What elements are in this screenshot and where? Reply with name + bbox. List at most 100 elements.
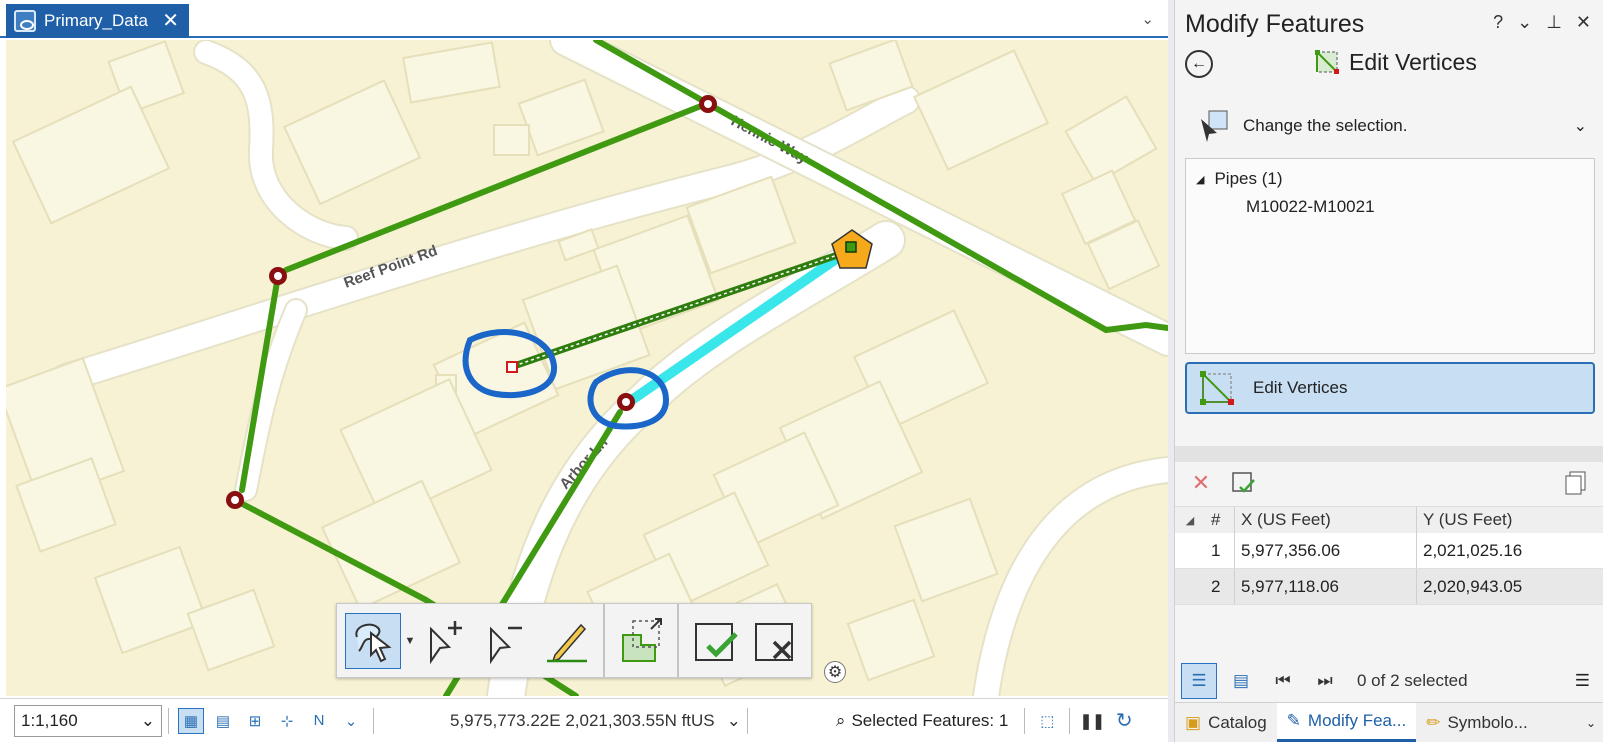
show-selected-rows-icon[interactable]: ▤	[1223, 663, 1259, 699]
modify-features-panel: Modify Features ? ⌄ ⊥ ✕ ← Edit Vertices …	[1174, 0, 1603, 742]
close-icon[interactable]: ✕	[1576, 12, 1591, 33]
tab-overflow-chevron-icon[interactable]: ⌄	[1586, 716, 1596, 730]
snapping-icon[interactable]: ▦	[178, 707, 204, 734]
zoom-to-selection-icon: ⌕	[835, 710, 846, 730]
coordinate-readout[interactable]: 5,975,773.22E 2,021,303.55N ftUS ⌄	[450, 711, 741, 731]
edit-vertices-label: Edit Vertices	[1253, 378, 1348, 397]
edit-vertices-icon	[1200, 371, 1234, 405]
lasso-select-icon	[355, 623, 392, 662]
first-record-icon[interactable]: ⏮	[1265, 663, 1301, 699]
collapse-triangle-icon: ◢	[1185, 514, 1195, 527]
toolbar-group-move	[605, 604, 679, 677]
add-vertex-button[interactable]	[419, 613, 475, 669]
tool-heading-label: Edit Vertices	[1349, 48, 1477, 75]
pencil-icon	[547, 623, 587, 662]
vertex-marker[interactable]	[506, 361, 518, 373]
finish-button[interactable]	[687, 613, 743, 669]
select-dropdown-chevron-icon[interactable]: ▼	[403, 613, 417, 669]
map-tabbar: Primary_Data ✕ ⌄	[0, 0, 1168, 38]
tab-label: Symbolo...	[1447, 712, 1528, 732]
north-arrow-icon[interactable]: N	[306, 708, 332, 734]
divider	[1024, 707, 1026, 734]
tab-list-dropdown-icon[interactable]: ⌄	[1141, 10, 1154, 28]
divider	[746, 707, 748, 734]
options-chevron-icon[interactable]: ⌄	[1517, 12, 1532, 33]
column-header-y: Y (US Feet)	[1423, 510, 1513, 529]
scale-value: 1:1,160	[21, 710, 78, 730]
vertex-grid-header: ◢ # X (US Feet) Y (US Feet)	[1175, 507, 1603, 533]
column-header-number: #	[1205, 507, 1235, 533]
tab-symbology[interactable]: ✏ Symbolo...	[1416, 703, 1538, 742]
map-tab-label: Primary_Data	[44, 11, 148, 30]
edit-vertices-button[interactable]: Edit Vertices	[1185, 362, 1595, 414]
vertex-y[interactable]: 2,020,943.05	[1417, 569, 1603, 604]
vertex-grid: ◢ # X (US Feet) Y (US Feet) 1 5,977,356.…	[1175, 506, 1603, 605]
vertex-toolbar: ✕	[1175, 462, 1603, 504]
tab-catalog[interactable]: ▣ Catalog	[1175, 703, 1277, 742]
grid-icon[interactable]: ▤	[210, 708, 236, 734]
move-vertices-icon	[622, 617, 662, 662]
toolbar-group-select: ▼	[337, 604, 605, 677]
tab-modify-features[interactable]: ✎ Modify Fea...	[1276, 703, 1417, 742]
selected-features-button[interactable]: ⌕ Selected Features: 1	[836, 711, 1008, 731]
move-vertices-button[interactable]	[613, 613, 669, 669]
select-cursor-icon	[1201, 110, 1228, 142]
last-record-icon[interactable]: ⏭	[1307, 663, 1343, 699]
show-all-rows-icon[interactable]: ☰	[1181, 663, 1217, 699]
map-pane: Primary_Data ✕ ⌄ Reef Point Rd Arbor Ln …	[0, 0, 1168, 742]
pause-drawing-icon[interactable]: ❚❚	[1079, 708, 1105, 734]
map-frame-icon[interactable]: ⬚	[1034, 708, 1060, 734]
edit-vertices-icon	[1315, 49, 1339, 74]
change-selection-dropdown[interactable]: Change the selection. ⌄	[1197, 104, 1593, 148]
correction-icon[interactable]: ⊞	[242, 708, 268, 734]
vertex-x[interactable]: 5,977,118.06	[1235, 569, 1417, 604]
coordinate-text: 5,975,773.22E 2,021,303.55N ftUS	[450, 710, 715, 730]
chevron-down-icon[interactable]: ⌄	[338, 708, 364, 734]
tree-layer-pipes[interactable]: ◢ Pipes (1)	[1196, 169, 1283, 189]
back-arrow-icon[interactable]: ←	[1185, 50, 1213, 78]
cancel-x-icon	[755, 622, 793, 661]
sketch-pencil-button[interactable]	[539, 613, 595, 669]
collapse-triangle-icon: ◢	[1196, 173, 1205, 186]
selected-features-count: Selected Features: 1	[851, 710, 1009, 730]
tab-label: Catalog	[1208, 712, 1267, 732]
map-canvas[interactable]: Reef Point Rd Arbor Ln Hennie Way	[6, 40, 1168, 696]
statusbar-right-tools: ⬚ ❚❚ ↻	[1018, 707, 1140, 734]
delete-vertex-icon	[490, 626, 522, 664]
gear-icon[interactable]: ⚙	[824, 661, 846, 683]
copy-icon[interactable]	[1560, 467, 1592, 499]
table-row[interactable]: 2 5,977,118.06 2,020,943.05	[1175, 569, 1603, 605]
map-icon	[14, 10, 36, 32]
scale-select[interactable]: 1:1,160 ⌄	[14, 704, 162, 737]
cancel-button[interactable]	[747, 613, 803, 669]
delete-vertex-button[interactable]	[479, 613, 535, 669]
delete-icon[interactable]: ✕	[1185, 467, 1217, 499]
apply-geometry-icon[interactable]	[1227, 467, 1259, 499]
refresh-icon[interactable]: ↻	[1111, 708, 1137, 734]
pin-icon[interactable]: ⊥	[1546, 12, 1562, 33]
tree-layer-label: Pipes (1)	[1214, 169, 1283, 188]
table-row[interactable]: 1 5,977,356.06 2,021,025.16	[1175, 533, 1603, 569]
grid-menu-icon[interactable]: ☰	[1575, 671, 1590, 691]
dock-tabs: ▣ Catalog ✎ Modify Fea... ✏ Symbolo... ⌄	[1175, 702, 1603, 742]
select-lasso-button[interactable]	[345, 612, 401, 669]
panel-title: Modify Features	[1185, 10, 1365, 38]
edit-vertices-toolbar: ▼	[336, 603, 812, 678]
vertex-y[interactable]: 2,021,025.16	[1417, 533, 1603, 568]
map-contents-icon[interactable]	[1128, 694, 1162, 696]
grid-navigation: ☰ ▤ ⏮ ⏭ 0 of 2 selected ☰	[1175, 662, 1603, 700]
column-header-x: X (US Feet)	[1235, 507, 1417, 533]
map-drawing: Reef Point Rd Arbor Ln Hennie Way	[6, 40, 1168, 696]
close-icon[interactable]: ✕	[162, 11, 179, 31]
tree-feature-item[interactable]: M10022-M10021	[1246, 197, 1375, 217]
chevron-down-icon: ⌄	[1573, 118, 1587, 135]
help-icon[interactable]: ?	[1493, 12, 1503, 33]
map-tab-primary-data[interactable]: Primary_Data ✕	[6, 4, 189, 38]
divider	[373, 707, 374, 734]
chevron-down-icon: ⌄	[140, 710, 155, 730]
chevron-down-icon: ⌄	[726, 710, 741, 730]
vertex-x[interactable]: 5,977,356.06	[1235, 533, 1417, 568]
divider	[168, 707, 169, 734]
app-window: Primary_Data ✕ ⌄ Reef Point Rd Arbor Ln …	[0, 0, 1603, 742]
constraints-icon[interactable]: ⊹	[274, 708, 300, 734]
